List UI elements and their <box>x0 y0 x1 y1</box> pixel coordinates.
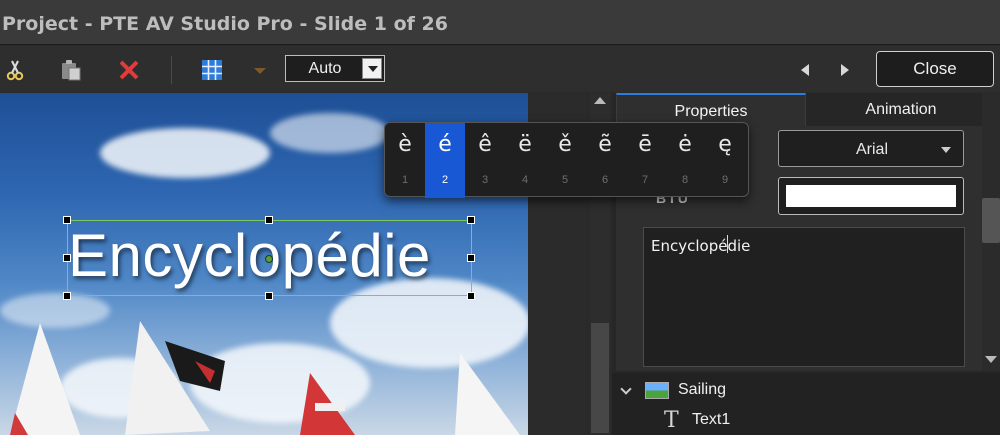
accent-char: è <box>398 132 412 157</box>
resize-handle[interactable] <box>63 254 71 262</box>
tree-item-label: Sailing <box>678 381 727 398</box>
tree-item-sailing[interactable]: Sailing <box>612 376 1000 404</box>
resize-handle[interactable] <box>63 216 71 224</box>
accent-key: 2 <box>441 174 449 186</box>
text-color-picker[interactable] <box>778 177 964 215</box>
text-object-icon: T <box>664 408 679 433</box>
accent-char: ę <box>718 132 732 157</box>
accent-char: ě <box>558 132 572 157</box>
accent-option[interactable]: è 1 <box>385 123 425 198</box>
chevron-down-icon[interactable] <box>362 58 382 79</box>
accent-char: é <box>438 132 452 157</box>
accent-option[interactable]: ê 3 <box>465 123 505 198</box>
color-swatch <box>786 185 956 207</box>
text-edit-value: Encyclopédie <box>651 237 751 255</box>
zoom-select[interactable]: Auto <box>285 55 385 82</box>
scroll-up-icon[interactable] <box>594 97 606 104</box>
grid-icon[interactable] <box>200 58 224 82</box>
accent-char: ė <box>678 132 692 157</box>
accent-key: 7 <box>641 174 649 186</box>
tree-item-label: Text1 <box>692 411 731 428</box>
delete-icon[interactable] <box>117 58 141 82</box>
accent-option[interactable]: ę 9 <box>705 123 745 198</box>
cloud <box>100 128 270 178</box>
accent-key: 8 <box>681 174 689 186</box>
resize-handle[interactable] <box>63 292 71 300</box>
title-bar: Project - PTE AV Studio Pro - Slide 1 of… <box>0 0 1000 45</box>
accent-option[interactable]: ė 8 <box>665 123 705 198</box>
tab-animation[interactable]: Animation <box>806 93 996 126</box>
font-value: Arial <box>855 141 888 158</box>
grid-options-chevron-icon[interactable] <box>248 58 272 82</box>
sail <box>10 323 80 435</box>
sail <box>300 373 355 435</box>
cloud <box>270 113 390 153</box>
resize-handle[interactable] <box>467 254 475 262</box>
toolbar: Auto Close <box>0 46 1000 92</box>
resize-handle[interactable] <box>265 292 273 300</box>
scrollbar-thumb[interactable] <box>591 323 609 433</box>
accent-char: ē <box>638 132 652 157</box>
resize-handle[interactable] <box>265 216 273 224</box>
window-title: Project - PTE AV Studio Pro - Slide 1 of… <box>2 13 448 35</box>
scrollbar-thumb[interactable] <box>982 198 1000 243</box>
close-button[interactable]: Close <box>876 51 994 87</box>
accent-option[interactable]: ě 5 <box>545 123 585 198</box>
tree-item-text1[interactable]: T Text1 <box>612 405 1000 433</box>
anchor-point[interactable] <box>265 255 273 263</box>
accent-option-selected[interactable]: é 2 <box>425 123 465 198</box>
text-caret <box>727 235 728 253</box>
resize-handle[interactable] <box>467 216 475 224</box>
chevron-down-icon[interactable] <box>620 383 632 395</box>
accent-option[interactable]: ẽ 6 <box>585 123 625 198</box>
image-icon <box>645 382 669 399</box>
previous-slide-icon[interactable] <box>794 58 818 82</box>
resize-handle[interactable] <box>467 292 475 300</box>
toolbar-separator <box>171 56 172 84</box>
panel-scrollbar[interactable] <box>982 93 1000 371</box>
accent-option[interactable]: ē 7 <box>625 123 665 198</box>
zoom-value: Auto <box>308 60 342 77</box>
accent-option[interactable]: ë 4 <box>505 123 545 198</box>
accent-key: 4 <box>521 174 529 186</box>
accent-key: 6 <box>601 174 609 186</box>
accent-key: 3 <box>481 174 489 186</box>
chevron-down-icon <box>941 147 951 153</box>
object-tree: Sailing T Text1 <box>612 373 1000 435</box>
accent-key: 9 <box>721 174 729 186</box>
accent-char: ë <box>518 132 532 157</box>
accent-char: ẽ <box>598 132 612 157</box>
next-slide-icon[interactable] <box>832 58 856 82</box>
accent-character-popup: è 1 é 2 ê 3 ë 4 ě 5 ẽ 6 ē 7 ė 8 ę 9 <box>384 122 749 198</box>
paste-icon[interactable] <box>59 58 83 82</box>
cut-icon[interactable] <box>3 58 27 82</box>
accent-key: 5 <box>561 174 569 186</box>
font-select[interactable]: Arial <box>778 130 964 167</box>
accent-key: 1 <box>401 174 409 186</box>
sail <box>455 353 520 435</box>
scroll-down-icon[interactable] <box>985 356 997 363</box>
accent-char: ê <box>478 132 492 157</box>
sail <box>125 321 225 435</box>
text-edit-field[interactable]: Encyclopédie <box>643 227 965 367</box>
